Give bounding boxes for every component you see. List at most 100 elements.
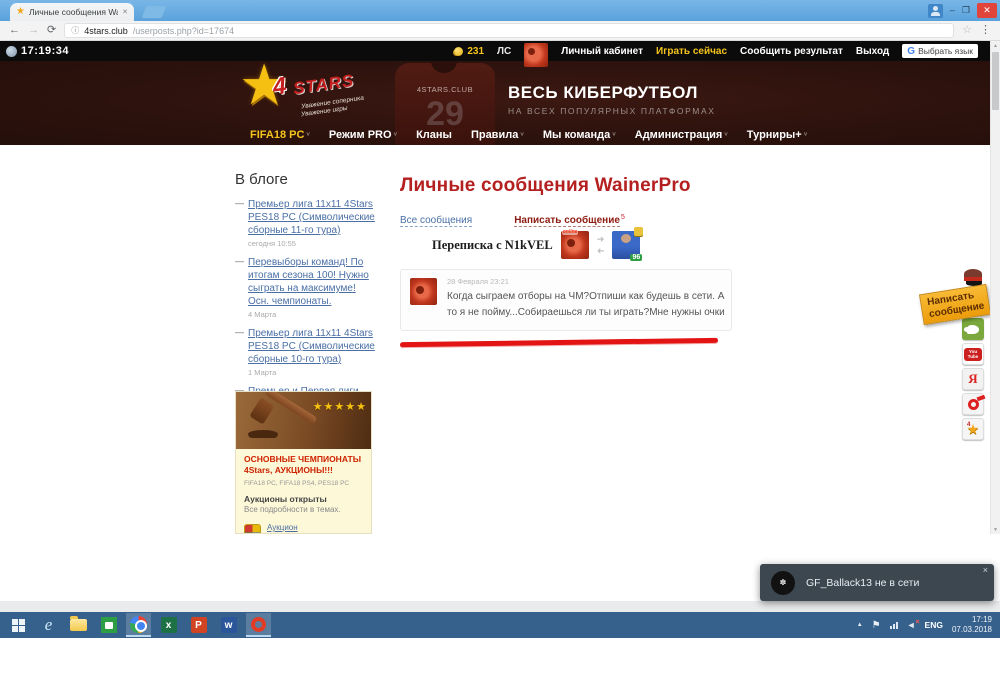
tab-close-icon[interactable]: ✕ <box>122 8 128 16</box>
chevron-down-icon: ˅ <box>724 132 728 138</box>
bookmark-star-icon[interactable]: ☆ <box>962 25 972 36</box>
dash-icon: — <box>235 198 244 208</box>
blog-post-item: — Перевыборы команд! По итогам сезона 10… <box>235 256 377 319</box>
conversation-header: Переписка с N1kVEL online ➜ ➜ 96 <box>432 231 734 259</box>
internet-explorer-icon[interactable]: e <box>36 613 61 637</box>
message-card: 28 Февраля 23:21 Когда сыграем отборы на… <box>400 269 732 331</box>
conversation-arrows: ➜ ➜ <box>597 235 605 255</box>
google-translate-button[interactable]: G Выбрать язык <box>902 44 978 58</box>
scroll-down-icon[interactable]: ▼ <box>991 525 1000 533</box>
coins-count: 231 <box>467 46 484 57</box>
browser-tab[interactable]: ★ Личные сообщения Wa ✕ <box>10 3 134 21</box>
fourstars-icon[interactable]: ★ 4 <box>962 418 984 440</box>
nav-item-fifa18pc[interactable]: FIFA18 PC˅ <box>250 129 310 141</box>
nav-item-turniry[interactable]: Турниры+˅ <box>747 129 807 141</box>
toast-close-icon[interactable]: × <box>983 565 988 575</box>
scroll-up-icon[interactable]: ▲ <box>991 41 1000 49</box>
refresh-icon[interactable]: ⟳ <box>47 25 56 36</box>
windows-taskbar: e x P w ▲ ⚑ ◄× ENG 17:19 07.03.2018 <box>0 612 1000 638</box>
fifa-mini-icon <box>244 524 261 534</box>
youtube-icon[interactable]: You Tube <box>962 343 984 365</box>
chevron-down-icon: ˅ <box>520 132 524 138</box>
nav-item-administraciya[interactable]: Администрация˅ <box>635 129 728 141</box>
word-icon[interactable]: w <box>216 613 241 637</box>
windows-logo-icon <box>12 619 25 632</box>
google-g-icon: G <box>907 46 915 57</box>
window-close-button[interactable]: ✕ <box>977 3 997 18</box>
my-avatar[interactable]: online <box>561 231 589 259</box>
whistle-icon[interactable] <box>962 393 984 415</box>
site-topbar: 17:19:34 231 ЛС Личный кабинет Играть се… <box>0 41 1000 61</box>
play-now-link[interactable]: Играть сейчас <box>656 46 727 57</box>
page-viewport: 17:19:34 231 ЛС Личный кабинет Играть се… <box>0 41 1000 534</box>
award-badge-icon <box>634 227 643 236</box>
online-badge: online <box>562 229 579 235</box>
dash-icon: — <box>235 256 244 266</box>
blog-post-item: — Премьер лига 11х11 4Stars PES18 PC (Си… <box>235 327 377 377</box>
blog-post-link[interactable]: Премьер лига 11х11 4Stars PES18 PC (Симв… <box>248 198 377 237</box>
taskbar-date: 07.03.2018 <box>952 625 992 635</box>
gavel-head <box>249 397 274 424</box>
browser-window: ★ Личные сообщения Wa ✕ – ❐ ✕ ← → ⟳ ⓘ 4s… <box>0 0 1000 534</box>
site-body: В блоге — Премьер лига 11х11 4Stars PES1… <box>0 145 990 534</box>
excel-icon[interactable]: x <box>156 613 181 637</box>
chrome-icon[interactable] <box>126 613 151 637</box>
offline-toast[interactable]: ✽ GF_Ballack13 не в сети × <box>760 564 994 601</box>
powerpoint-icon[interactable]: P <box>186 613 211 637</box>
tab-favicon-star-icon: ★ <box>16 7 25 17</box>
all-messages-link[interactable]: Все сообщения <box>400 215 472 227</box>
window-controls: – ❐ ✕ <box>928 2 997 19</box>
chevron-down-icon: ˅ <box>612 132 616 138</box>
auction-link[interactable]: Аукцион <box>267 522 347 534</box>
scrollbar-thumb[interactable] <box>992 52 999 110</box>
speaker-muted-icon[interactable]: ◄× <box>907 620 916 630</box>
menu-dots-icon[interactable]: ⋮ <box>980 25 991 36</box>
new-tab-button[interactable] <box>142 6 167 18</box>
five-stars-icon: ★★★★★ <box>313 400 367 413</box>
write-message-link[interactable]: Написать сообщение <box>514 215 620 227</box>
opera-icon[interactable] <box>246 613 271 637</box>
user-avatar[interactable] <box>524 43 548 67</box>
nav-item-klany[interactable]: Кланы <box>416 129 452 141</box>
page-info-icon[interactable]: ⓘ <box>71 25 79 36</box>
start-button[interactable] <box>6 613 31 637</box>
blog-post-link[interactable]: Перевыборы команд! По итогам сезона 100!… <box>248 256 377 308</box>
report-result-link[interactable]: Сообщить результат <box>740 46 843 57</box>
arrow-left-icon: ➜ <box>597 246 605 255</box>
message-author-avatar[interactable] <box>410 278 437 305</box>
twitter-icon[interactable] <box>962 318 984 340</box>
back-icon[interactable]: ← <box>9 25 20 36</box>
cabinet-link[interactable]: Личный кабинет <box>561 46 643 57</box>
private-messages-link[interactable]: ЛС <box>497 46 511 57</box>
chevron-down-icon: ˅ <box>804 132 808 138</box>
action-center-flag-icon[interactable]: ⚑ <box>872 620 881 631</box>
player-head <box>431 61 457 73</box>
window-restore-button[interactable]: ❐ <box>962 6 970 15</box>
red-marker-annotation <box>400 338 718 347</box>
forward-icon: → <box>28 25 39 36</box>
taskbar-clock[interactable]: 17:19 07.03.2018 <box>952 615 992 635</box>
nav-item-my-komanda[interactable]: Мы команда˅ <box>543 129 616 141</box>
page-scrollbar[interactable]: ▲ ▼ <box>990 41 1000 534</box>
peer-avatar[interactable]: 96 <box>612 231 640 259</box>
blog-title: В блоге <box>235 171 377 188</box>
blog-post-link[interactable]: Премьер лига 11х11 4Stars PES18 PC (Симв… <box>248 327 377 366</box>
site-logo[interactable]: ★ 4 STARS Уважение соперника Уважение иг… <box>243 65 403 129</box>
file-explorer-icon[interactable] <box>66 613 91 637</box>
nav-item-rezhim-pro[interactable]: Режим PRO˅ <box>329 129 397 141</box>
logo-word: STARS <box>292 71 356 99</box>
tray-caret-icon[interactable]: ▲ <box>857 622 863 628</box>
yandex-icon[interactable]: Я <box>962 368 984 390</box>
window-minimize-button[interactable]: – <box>950 6 955 15</box>
ad-title-line1: ОСНОВНЫЕ ЧЕМПИОНАТЫ <box>244 454 363 465</box>
url-bar[interactable]: ⓘ 4stars.club /userposts.php?id=17674 <box>64 23 954 38</box>
twitter-bird <box>967 325 979 334</box>
logout-link[interactable]: Выход <box>856 46 889 57</box>
language-indicator[interactable]: ENG <box>925 620 943 630</box>
nav-item-pravila[interactable]: Правила˅ <box>471 129 524 141</box>
store-icon[interactable] <box>96 613 121 637</box>
network-icon[interactable] <box>890 622 898 629</box>
chevron-down-icon: ˅ <box>394 132 398 138</box>
chrome-profile-icon[interactable] <box>928 4 943 18</box>
auction-ad-block[interactable]: ★★★★★ ОСНОВНЫЕ ЧЕМПИОНАТЫ 4Stars, АУКЦИО… <box>235 391 372 534</box>
